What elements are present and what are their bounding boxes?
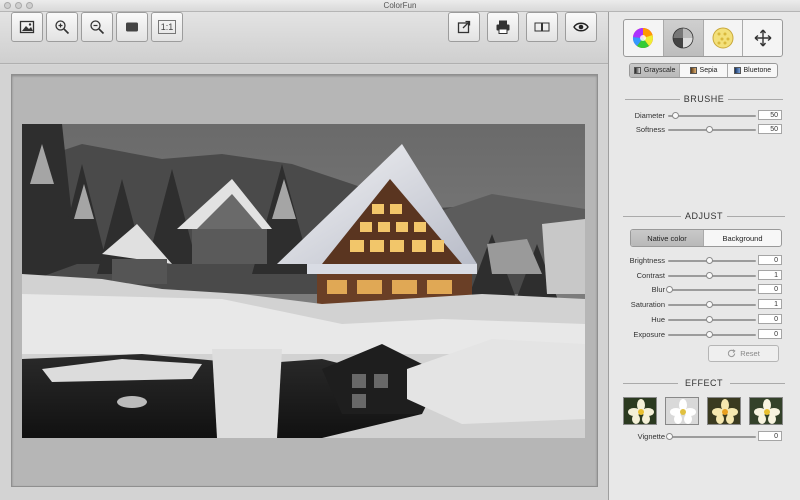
color-wheel-tab[interactable] xyxy=(624,20,664,56)
effect-thumbnails xyxy=(623,397,783,425)
actual-size-button[interactable]: 1:1 xyxy=(151,12,183,42)
move-icon xyxy=(754,29,772,47)
reset-button[interactable]: Reset xyxy=(708,345,779,362)
softness-label: Softness xyxy=(635,125,665,134)
share-icon xyxy=(457,20,471,34)
move-tab[interactable] xyxy=(743,20,782,56)
sepia-option[interactable]: Sepia xyxy=(680,64,728,77)
hue-label: Hue xyxy=(651,315,665,324)
brush-section-header: BRUSHE xyxy=(623,94,785,104)
contrast-row: Contrast 1 xyxy=(620,270,788,282)
refresh-icon xyxy=(728,349,736,358)
effect-thumbnail[interactable] xyxy=(623,397,657,425)
vignette-slider-track[interactable] xyxy=(668,436,756,438)
compare-icon xyxy=(534,22,550,32)
native-color-option[interactable]: Native color xyxy=(631,230,705,246)
contrast-slider-knob[interactable] xyxy=(706,272,713,279)
blur-slider-track[interactable] xyxy=(668,289,756,291)
zoom-in-button[interactable] xyxy=(46,12,78,42)
brightness-value-field[interactable]: 0 xyxy=(758,255,782,265)
edited-photo[interactable] xyxy=(22,124,585,438)
sepia-label: Sepia xyxy=(699,67,718,74)
hue-row: Hue 0 xyxy=(620,314,788,326)
saturation-label: Saturation xyxy=(630,300,665,309)
contrast-value-field[interactable]: 1 xyxy=(758,270,782,280)
share-button[interactable] xyxy=(448,12,480,42)
brightness-row: Brightness 0 xyxy=(620,255,788,267)
flower-thumbnail-image xyxy=(624,398,656,424)
effect-thumbnail[interactable] xyxy=(749,397,783,425)
effect-thumbnail[interactable] xyxy=(665,397,699,425)
print-icon xyxy=(496,20,510,34)
effect-thumbnail[interactable] xyxy=(707,397,741,425)
flower-thumbnail-image xyxy=(750,398,782,424)
reset-label: Reset xyxy=(740,349,760,358)
image-icon xyxy=(19,20,35,34)
brightness-label: Brightness xyxy=(629,256,665,265)
adjust-target-selector: Native color Background xyxy=(630,229,782,247)
blur-row: Blur 0 xyxy=(620,284,788,296)
diameter-row: Diameter 50 xyxy=(620,110,788,122)
zoom-out-button[interactable] xyxy=(81,12,113,42)
grayscale-swatch xyxy=(633,67,641,74)
softness-row: Softness 50 xyxy=(620,124,788,136)
blur-label: Blur xyxy=(651,285,665,294)
eye-icon xyxy=(573,22,589,32)
effect-section-header: EFFECT xyxy=(623,378,785,388)
diameter-label: Diameter xyxy=(634,111,665,120)
exposure-value-field[interactable]: 0 xyxy=(758,329,782,339)
pattern-tab[interactable] xyxy=(704,20,744,56)
exposure-row: Exposure 0 xyxy=(620,329,788,341)
actual-size-icon: 1:1 xyxy=(157,20,177,34)
compare-button[interactable] xyxy=(526,12,558,42)
print-button[interactable] xyxy=(487,12,519,42)
saturation-value-field[interactable]: 1 xyxy=(758,299,782,309)
background-option[interactable]: Background xyxy=(704,230,781,246)
zoom-out-icon xyxy=(90,20,105,35)
vignette-slider-knob[interactable] xyxy=(666,433,673,440)
title-bar: ColorFun xyxy=(0,0,800,12)
zoom-in-icon xyxy=(55,20,70,35)
vignette-label: Vignette xyxy=(637,432,665,441)
diameter-value-field[interactable]: 50 xyxy=(758,110,782,120)
flower-thumbnail-image xyxy=(708,398,740,424)
grayscale-label: Grayscale xyxy=(643,67,676,74)
adjust-section-header: ADJUST xyxy=(623,211,785,221)
grayscale-option[interactable]: Grayscale xyxy=(630,64,681,77)
saturation-slider-knob[interactable] xyxy=(706,301,713,308)
softness-slider-knob[interactable] xyxy=(706,126,713,133)
tone-icon xyxy=(672,27,694,49)
tone-tab[interactable] xyxy=(663,20,704,56)
brightness-slider-knob[interactable] xyxy=(706,257,713,264)
open-image-button[interactable] xyxy=(11,12,43,42)
fit-screen-button[interactable] xyxy=(116,12,148,42)
window-title: ColorFun xyxy=(383,1,417,10)
snowy-village-photo xyxy=(22,124,585,438)
pattern-icon xyxy=(712,27,734,49)
flower-thumbnail-image xyxy=(666,398,698,424)
bluetone-label: Bluetone xyxy=(743,67,772,74)
softness-value-field[interactable]: 50 xyxy=(758,124,782,134)
preview-button[interactable] xyxy=(565,12,597,42)
vignette-row: Vignette 0 xyxy=(620,431,788,443)
sepia-swatch xyxy=(689,67,697,74)
saturation-row: Saturation 1 xyxy=(620,299,788,311)
bluetone-option[interactable]: Bluetone xyxy=(728,64,777,77)
bluetone-swatch xyxy=(733,67,741,74)
contrast-label: Contrast xyxy=(636,271,665,280)
blur-slider-knob[interactable] xyxy=(666,286,673,293)
color-wheel-icon xyxy=(633,27,654,48)
hue-slider-knob[interactable] xyxy=(706,316,713,323)
exposure-slider-knob[interactable] xyxy=(706,331,713,338)
tone-mode-selector: Grayscale Sepia Bluetone xyxy=(629,63,778,78)
exposure-label: Exposure xyxy=(633,330,665,339)
diameter-slider-track[interactable] xyxy=(668,115,756,117)
fit-screen-icon xyxy=(126,22,138,32)
vignette-value-field[interactable]: 0 xyxy=(758,431,782,441)
blur-value-field[interactable]: 0 xyxy=(758,284,782,294)
hue-value-field[interactable]: 0 xyxy=(758,314,782,324)
diameter-slider-knob[interactable] xyxy=(672,112,680,119)
mode-tabs xyxy=(623,19,783,57)
